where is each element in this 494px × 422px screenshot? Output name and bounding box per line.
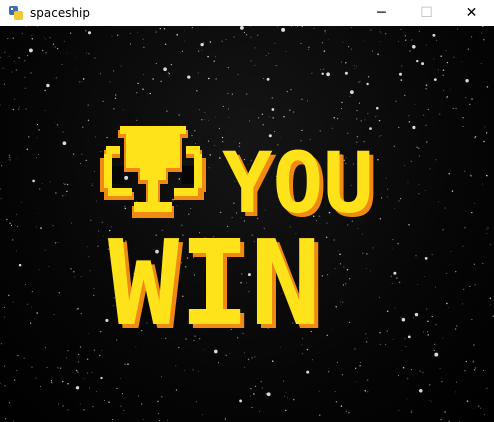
title-bar[interactable]: spaceship ─ ☐ ✕: [0, 0, 494, 26]
game-window: spaceship ─ ☐ ✕ YOU YOU WIN WIN: [0, 0, 494, 422]
trophy-icon: [100, 126, 206, 218]
window-title: spaceship: [30, 6, 91, 20]
maximize-button[interactable]: ☐: [404, 0, 449, 26]
game-canvas[interactable]: YOU YOU WIN WIN: [0, 26, 494, 422]
you-win-banner: YOU YOU WIN WIN: [100, 126, 378, 356]
python-icon: [9, 6, 23, 20]
close-button[interactable]: ✕: [449, 0, 494, 26]
win-text: WIN: [108, 214, 321, 352]
minimize-button[interactable]: ─: [359, 0, 404, 26]
